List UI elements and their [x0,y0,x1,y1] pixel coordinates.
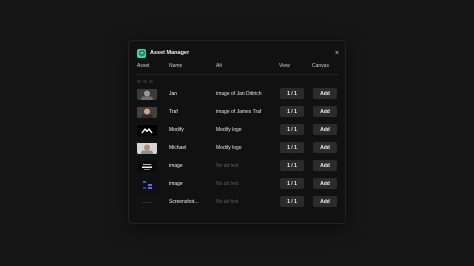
asset-row[interactable]: image No alt text 1 / 1 Add [137,157,339,175]
add-to-canvas-button[interactable]: Add [313,124,337,135]
asset-row[interactable]: Jan image of Jan Dittrich 1 / 1 Add [137,85,339,103]
view-count-button[interactable]: 1 / 1 [280,196,304,207]
asset-thumbnail [137,106,157,118]
asset-thumbnail [137,178,157,190]
asset-list: Jan image of Jan Dittrich 1 / 1 Add Traf… [137,79,339,211]
add-to-canvas-button[interactable]: Add [313,178,337,189]
add-to-canvas-button[interactable]: Add [313,160,337,171]
asset-alt-text[interactable]: Modify logo [216,145,242,151]
asset-rows: Jan image of Jan Dittrich 1 / 1 Add Traf… [137,85,339,211]
asset-manager-dialog: Asset Manager × Asset Name Alt View Canv… [128,40,346,224]
asset-row[interactable]: Traf image of James Traf 1 / 1 Add [137,103,339,121]
add-to-canvas-button[interactable]: Add [313,88,337,99]
close-icon[interactable]: × [335,50,339,57]
dialog-header: Asset Manager × [137,47,339,59]
asset-row[interactable]: image No alt text 1 / 1 Add [137,175,339,193]
column-header-name: Name [169,63,183,69]
column-header-canvas: Canvas [312,63,329,69]
asset-row[interactable]: Screenshot... No alt text 1 / 1 Add [137,193,339,211]
asset-alt-text[interactable]: No alt text [216,181,239,187]
header-divider [137,74,339,75]
column-header-view: View [279,63,290,69]
column-header-asset: Asset [137,63,150,69]
placeholder-thumbnails [137,80,157,84]
asset-alt-text[interactable]: No alt text [216,163,239,169]
asset-thumbnail [137,196,157,208]
view-count-button[interactable]: 1 / 1 [280,178,304,189]
add-to-canvas-button[interactable]: Add [313,106,337,117]
view-count-button[interactable]: 1 / 1 [280,124,304,135]
asset-thumbnail [137,88,157,100]
asset-thumbnail [137,124,157,136]
view-count-button[interactable]: 1 / 1 [280,88,304,99]
app-icon [137,48,146,58]
asset-row[interactable]: Modify Modify logo 1 / 1 Add [137,121,339,139]
asset-thumbnail [137,160,157,172]
column-header-alt: Alt [216,63,222,69]
asset-name: Michael [169,145,187,151]
asset-row[interactable]: Michael Modify logo 1 / 1 Add [137,139,339,157]
asset-alt-text[interactable]: No alt text [216,199,239,205]
asset-alt-text[interactable]: image of James Traf [216,109,261,115]
view-count-button[interactable]: 1 / 1 [280,160,304,171]
asset-name: image [169,163,183,169]
asset-name: Modify [169,127,184,133]
asset-name: image [169,181,183,187]
asset-name: Screenshot... [169,199,199,205]
view-count-button[interactable]: 1 / 1 [280,142,304,153]
column-headers: Asset Name Alt View Canvas [137,63,339,71]
view-count-button[interactable]: 1 / 1 [280,106,304,117]
asset-alt-text[interactable]: image of Jan Dittrich [216,91,262,97]
asset-alt-text[interactable]: Modify logo [216,127,242,133]
dialog-title: Asset Manager [150,50,190,56]
asset-name: Jan [169,91,178,97]
asset-name: Traf [169,109,178,115]
asset-thumbnail [137,142,157,154]
add-to-canvas-button[interactable]: Add [313,142,337,153]
add-to-canvas-button[interactable]: Add [313,196,337,207]
